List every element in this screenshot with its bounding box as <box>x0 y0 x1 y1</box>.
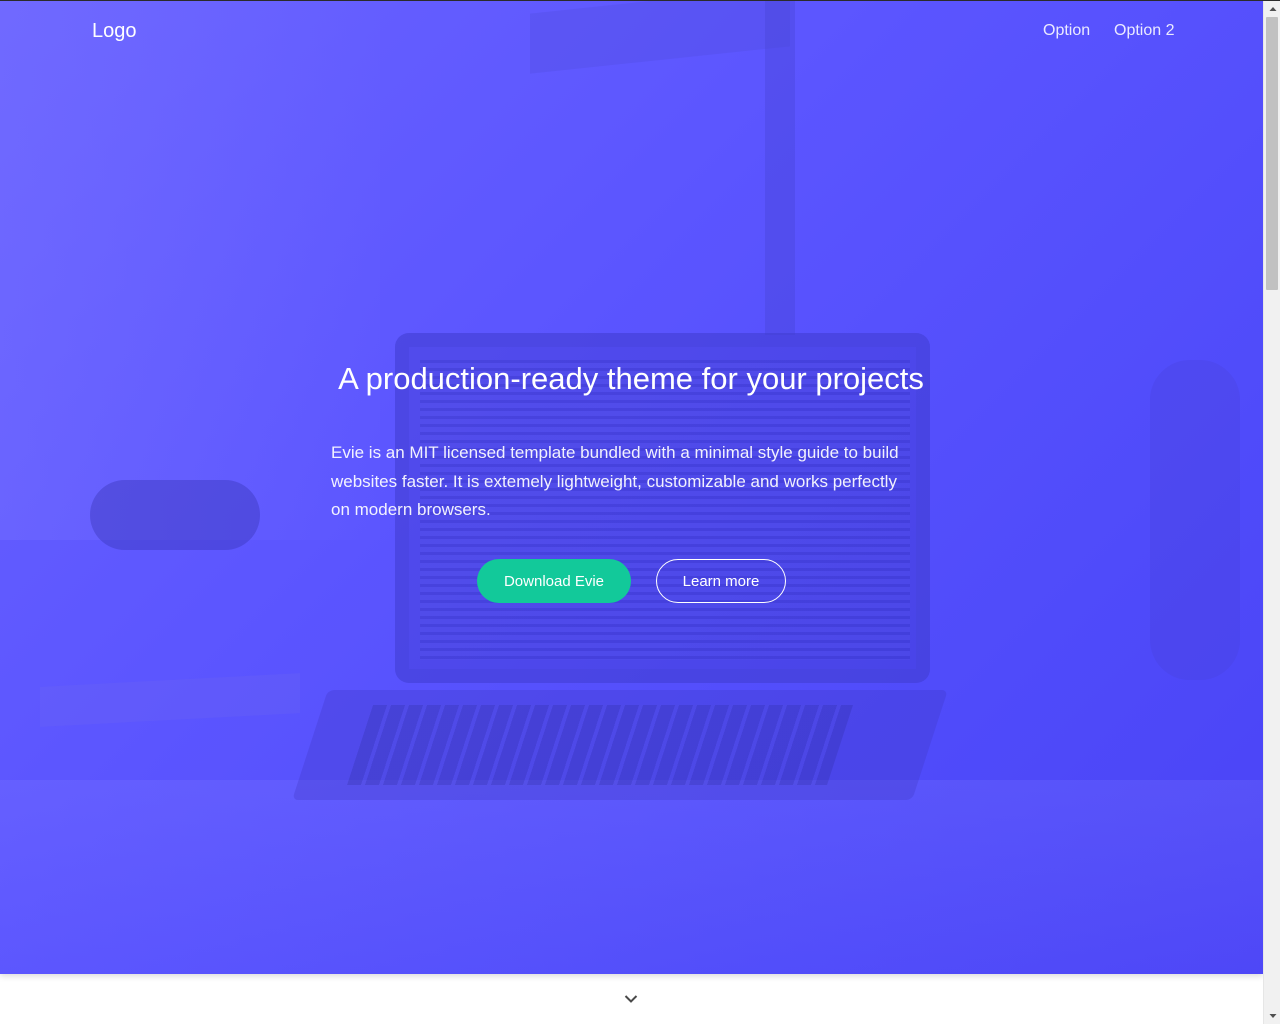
download-evie-button[interactable]: Download Evie <box>477 559 631 603</box>
hero-description: Evie is an MIT licensed template bundled… <box>331 443 899 519</box>
scroll-down-arrow-icon[interactable] <box>1264 1007 1280 1024</box>
window-top-border <box>0 0 1280 1</box>
nav-link-option[interactable]: Option <box>1043 22 1090 40</box>
hero-section: Logo Option Option 2 A production-ready … <box>0 0 1263 974</box>
chevron-down-icon[interactable] <box>624 991 638 1003</box>
hero-content: A production-ready theme for your projec… <box>331 355 931 525</box>
top-navigation: Logo Option Option 2 <box>0 0 1263 64</box>
scrollbar-thumb[interactable] <box>1266 17 1278 290</box>
nav-link-option-2[interactable]: Option 2 <box>1114 22 1174 40</box>
logo[interactable]: Logo <box>92 20 137 43</box>
vertical-scrollbar[interactable] <box>1263 0 1280 1024</box>
scroll-up-arrow-icon[interactable] <box>1264 0 1280 17</box>
hero-headline: A production-ready theme for your projec… <box>338 361 924 396</box>
learn-more-button[interactable]: Learn more <box>656 559 786 603</box>
page: Logo Option Option 2 A production-ready … <box>0 0 1280 1024</box>
